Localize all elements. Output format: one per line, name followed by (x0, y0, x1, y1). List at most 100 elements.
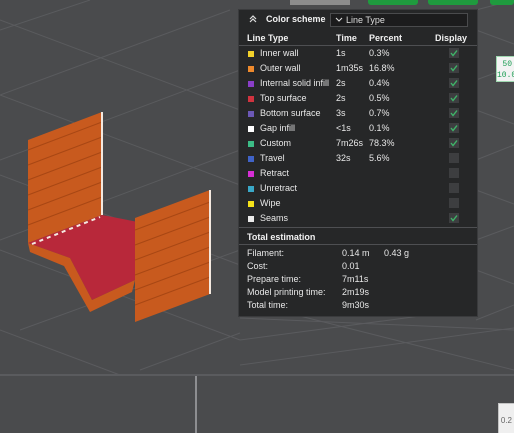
line-type-time: 1m35s (336, 63, 364, 73)
line-type-name: Wipe (260, 198, 281, 208)
check-icon (450, 80, 458, 87)
header-percent: Percent (369, 33, 403, 43)
display-checkbox[interactable] (449, 63, 459, 73)
total-row: Total time: 9m30s (247, 300, 472, 313)
panel-header: Color scheme Line Type (239, 10, 477, 30)
color-swatch (248, 216, 254, 222)
line-type-row: Wipe (239, 198, 477, 213)
check-icon (450, 215, 458, 222)
line-type-name: Top surface (260, 93, 307, 103)
line-type-row: Travel 32s 5.6% (239, 153, 477, 168)
color-scheme-panel: Color scheme Line Type Line Type Time Pe… (238, 9, 478, 317)
color-swatch (248, 51, 254, 57)
line-type-time: 2s (336, 93, 346, 103)
chevron-up-double-icon[interactable] (248, 14, 258, 24)
line-type-time: 1s (336, 48, 346, 58)
line-type-percent: 0.5% (369, 93, 390, 103)
check-icon (450, 65, 458, 72)
display-checkbox[interactable] (449, 108, 459, 118)
top-toolbar-tab-active[interactable] (428, 0, 478, 5)
header-display: Display (435, 33, 468, 43)
display-checkbox[interactable] (449, 48, 459, 58)
display-checkbox[interactable] (449, 198, 459, 208)
line-type-row: Bottom surface 3s 0.7% (239, 108, 477, 123)
display-checkbox[interactable] (449, 78, 459, 88)
line-type-name: Travel (260, 153, 285, 163)
line-type-name: Bottom surface (260, 108, 321, 118)
color-swatch (248, 156, 254, 162)
check-icon (450, 50, 458, 57)
color-scheme-select[interactable]: Line Type (330, 13, 468, 27)
line-type-percent: 0.3% (369, 48, 390, 58)
display-checkbox[interactable] (449, 168, 459, 178)
line-type-row: Outer wall 1m35s 16.8% (239, 63, 477, 78)
total-label: Filament: (247, 248, 285, 258)
total-label: Total time: (247, 300, 289, 310)
check-icon (450, 125, 458, 132)
display-checkbox[interactable] (449, 138, 459, 148)
color-swatch (248, 171, 254, 177)
display-checkbox[interactable] (449, 93, 459, 103)
line-type-row: Inner wall 1s 0.3% (239, 48, 477, 63)
total-value: 2m19s (342, 287, 370, 297)
line-type-time: <1s (336, 123, 351, 133)
top-toolbar-tab[interactable] (290, 0, 350, 5)
layer-slider-bottom-label[interactable]: 0.2 (498, 403, 514, 433)
line-type-time: 32s (336, 153, 351, 163)
display-checkbox[interactable] (449, 183, 459, 193)
line-type-name: Custom (260, 138, 292, 148)
total-label: Cost: (247, 261, 269, 271)
display-checkbox[interactable] (449, 213, 459, 223)
select-value: Line Type (346, 15, 385, 25)
line-type-time: 3s (336, 108, 346, 118)
line-type-row: Gap infill <1s 0.1% (239, 123, 477, 138)
line-type-row: Retract (239, 168, 477, 183)
top-toolbar-tab-active[interactable] (368, 0, 418, 5)
color-swatch (248, 81, 254, 87)
line-type-time: 7m26s (336, 138, 364, 148)
color-swatch (248, 96, 254, 102)
line-type-percent: 78.3% (369, 138, 395, 148)
line-type-percent: 0.4% (369, 78, 390, 88)
top-toolbar-tab-active[interactable] (490, 0, 514, 5)
line-type-percent: 5.6% (369, 153, 390, 163)
header-line-type: Line Type (247, 33, 289, 43)
total-value: 9m30s (342, 300, 370, 310)
line-type-name: Gap infill (260, 123, 296, 133)
line-type-row: Unretract (239, 183, 477, 198)
total-row: Prepare time: 7m11s (247, 274, 472, 287)
line-type-time: 2s (336, 78, 346, 88)
total-value: 7m11s (342, 274, 369, 284)
color-swatch (248, 141, 254, 147)
total-row: Cost: 0.01 (247, 261, 472, 274)
display-checkbox[interactable] (449, 123, 459, 133)
color-swatch (248, 186, 254, 192)
total-estimation-title: Total estimation (247, 232, 316, 242)
panel-title: Color scheme (266, 14, 326, 24)
color-swatch (248, 126, 254, 132)
total-value: 0.14 m (342, 248, 370, 258)
layer-slider-top-label[interactable]: 50 10.0 (496, 56, 514, 82)
total-label: Model printing time: (247, 287, 326, 297)
chevron-down-icon (335, 17, 343, 22)
line-type-row: Seams (239, 213, 477, 228)
line-type-name: Inner wall (260, 48, 299, 58)
line-type-percent: 0.1% (369, 123, 390, 133)
line-type-percent: 16.8% (369, 63, 395, 73)
line-type-row: Top surface 2s 0.5% (239, 93, 477, 108)
line-type-name: Seams (260, 213, 289, 223)
divider (239, 227, 477, 228)
line-type-row: Internal solid infill 2s 0.4% (239, 78, 477, 93)
line-type-name: Unretract (260, 183, 298, 193)
header-time: Time (336, 33, 357, 43)
check-icon (450, 110, 458, 117)
check-icon (450, 140, 458, 147)
divider (239, 244, 477, 245)
total-row: Filament: 0.14 m 0.43 g (247, 248, 472, 261)
total-label: Prepare time: (247, 274, 302, 284)
display-checkbox[interactable] (449, 153, 459, 163)
color-swatch (248, 201, 254, 207)
3d-model[interactable] (27, 112, 211, 322)
line-type-percent: 0.7% (369, 108, 390, 118)
check-icon (450, 95, 458, 102)
